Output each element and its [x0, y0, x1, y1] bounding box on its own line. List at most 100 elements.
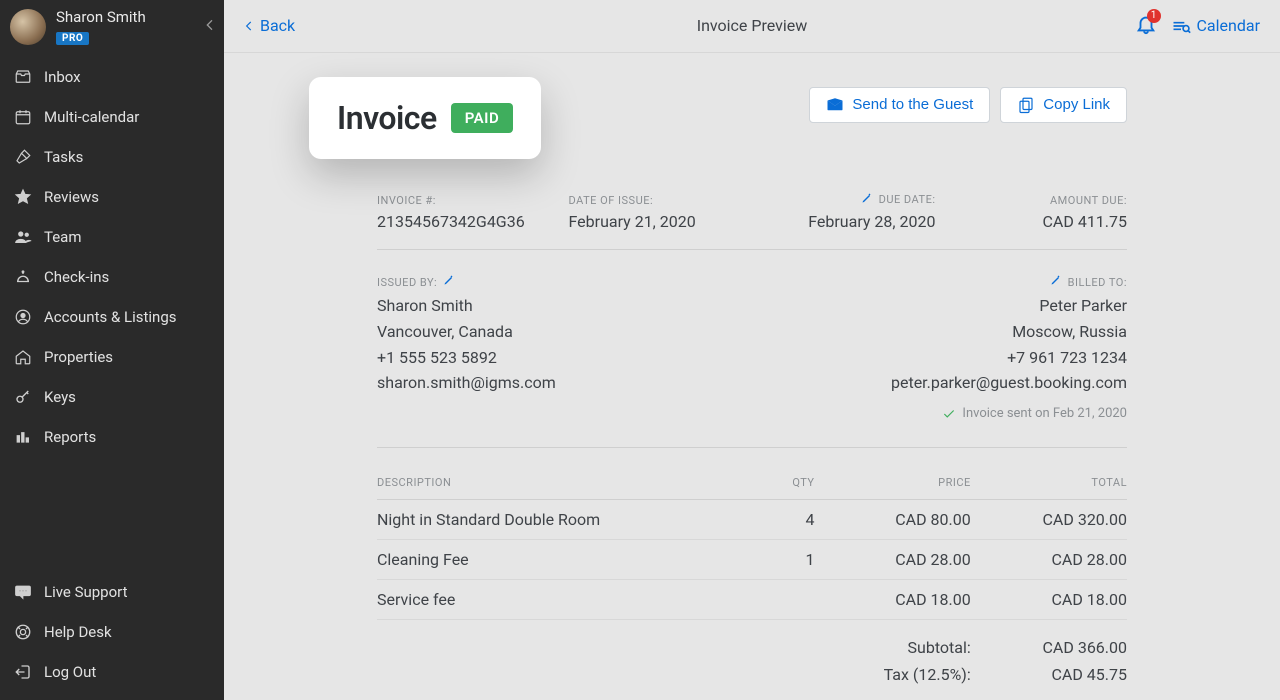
- subtotal-value: CAD 366.00: [971, 638, 1127, 657]
- issuer-phone: +1 555 523 5892: [377, 345, 556, 371]
- issuer-name: Sharon Smith: [377, 293, 556, 319]
- sidebar-item-logout[interactable]: Log Out: [0, 652, 224, 692]
- invoice-title: Invoice: [337, 99, 437, 137]
- billed-email: peter.parker@guest.booking.com: [891, 370, 1127, 396]
- billed-location: Moscow, Russia: [891, 319, 1127, 345]
- line-items-table: DESCRIPTION QTY PRICE TOTAL Night in Sta…: [377, 476, 1127, 620]
- amount-due-value-total: CAD 411.75: [971, 696, 1127, 700]
- issue-date-label: DATE OF ISSUE:: [569, 194, 654, 207]
- table-row: Night in Standard Double Room 4 CAD 80.0…: [377, 500, 1127, 540]
- billed-name: Peter Parker: [891, 293, 1127, 319]
- back-label: Back: [260, 16, 295, 35]
- sent-note: Invoice sent on Feb 21, 2020: [942, 404, 1127, 425]
- due-date-label: DUE DATE:: [861, 192, 936, 207]
- sidebar-item-reports[interactable]: Reports: [0, 417, 224, 457]
- col-description: DESCRIPTION: [377, 476, 710, 489]
- sidebar-item-tasks[interactable]: Tasks: [0, 137, 224, 177]
- calendar-link-label: Calendar: [1197, 16, 1260, 35]
- sidebar-item-keys[interactable]: Keys: [0, 377, 224, 417]
- sidebar-item-inbox[interactable]: Inbox: [0, 57, 224, 97]
- sidebar-item-team[interactable]: Team: [0, 217, 224, 257]
- sidebar-item-label: Live Support: [44, 583, 128, 601]
- sidebar-item-label: Help Desk: [44, 623, 112, 641]
- sidebar-item-label: Inbox: [44, 68, 81, 86]
- calendar-icon: [12, 106, 34, 128]
- user-circle-icon: [12, 306, 34, 328]
- broom-icon: [12, 146, 34, 168]
- calendar-link[interactable]: Calendar: [1171, 16, 1260, 36]
- notifications-button[interactable]: 1: [1135, 13, 1157, 39]
- profile[interactable]: Sharon Smith PRO: [0, 0, 224, 53]
- col-qty: QTY: [710, 476, 814, 489]
- invoice-heading-card: Invoice PAID: [309, 77, 541, 159]
- edit-billed-to-icon[interactable]: [1050, 274, 1062, 292]
- amount-due-label-total: Amount Due:: [815, 696, 971, 700]
- sidebar-item-label: Accounts & Listings: [44, 308, 177, 326]
- issuer-location: Vancouver, Canada: [377, 319, 556, 345]
- totals: Subtotal: CAD 366.00 Tax (12.5%): CAD 45…: [377, 634, 1127, 700]
- sidebar-item-label: Reviews: [44, 188, 99, 206]
- users-icon: [12, 226, 34, 248]
- billed-to-label: BILLED TO:: [1050, 274, 1127, 292]
- key-icon: [12, 386, 34, 408]
- edit-issued-by-icon[interactable]: [443, 274, 455, 292]
- sidebar-item-live-support[interactable]: Live Support: [0, 572, 224, 612]
- invoice-number: 21354567342G4G36: [377, 212, 553, 231]
- page-title: Invoice Preview: [697, 16, 808, 35]
- sidebar-item-properties[interactable]: Properties: [0, 337, 224, 377]
- help-icon: [12, 621, 34, 643]
- logout-icon: [12, 661, 34, 683]
- edit-due-date-icon[interactable]: [861, 192, 873, 207]
- amount-due: CAD 411.75: [952, 212, 1128, 231]
- copy-link-button[interactable]: Copy Link: [1000, 87, 1127, 123]
- back-button[interactable]: Back: [242, 16, 295, 35]
- col-price: PRICE: [815, 476, 971, 489]
- sidebar-item-label: Properties: [44, 348, 113, 366]
- subtotal-label: Subtotal:: [815, 638, 971, 657]
- issue-date: February 21, 2020: [569, 212, 745, 231]
- avatar: [10, 9, 46, 45]
- parties: ISSUED BY: Sharon Smith Vancouver, Canad…: [377, 250, 1127, 448]
- star-icon: [12, 186, 34, 208]
- copy-button-label: Copy Link: [1043, 96, 1110, 113]
- profile-name: Sharon Smith: [56, 8, 146, 26]
- invoice-number-label: INVOICE #:: [377, 194, 436, 207]
- sidebar-item-help-desk[interactable]: Help Desk: [0, 612, 224, 652]
- sidebar-item-label: Log Out: [44, 663, 96, 681]
- topbar: Back Invoice Preview 1 Calendar: [224, 0, 1280, 53]
- status-badge: PAID: [451, 103, 514, 133]
- invoice-meta: INVOICE #: 21354567342G4G36 DATE OF ISSU…: [377, 189, 1127, 250]
- main: Back Invoice Preview 1 Calendar Invoice: [224, 0, 1280, 700]
- billed-phone: +7 961 723 1234: [891, 345, 1127, 371]
- sidebar-item-label: Multi-calendar: [44, 108, 139, 126]
- tax-value: CAD 45.75: [971, 665, 1127, 684]
- sidebar-item-label: Check-ins: [44, 268, 109, 286]
- chart-icon: [12, 426, 34, 448]
- content: Invoice PAID Send to the Guest Copy Link: [224, 53, 1280, 700]
- tax-label: Tax (12.5%):: [815, 665, 971, 684]
- sidebar-item-reviews[interactable]: Reviews: [0, 177, 224, 217]
- issued-by-label: ISSUED BY:: [377, 274, 455, 292]
- sidebar-item-accounts[interactable]: Accounts & Listings: [0, 297, 224, 337]
- table-row: Cleaning Fee 1 CAD 28.00 CAD 28.00: [377, 540, 1127, 580]
- sidebar-item-label: Keys: [44, 388, 76, 406]
- pro-badge: PRO: [56, 32, 89, 45]
- notifications-badge: 1: [1147, 9, 1161, 23]
- footer-nav: Live Support Help Desk Log Out: [0, 568, 224, 700]
- sidebar: Sharon Smith PRO Inbox Multi-calendar Ta…: [0, 0, 224, 700]
- send-button-label: Send to the Guest: [852, 96, 973, 113]
- sidebar-item-label: Team: [44, 228, 82, 246]
- inbox-icon: [12, 66, 34, 88]
- collapse-sidebar-icon[interactable]: [202, 17, 218, 37]
- amount-due-label: AMOUNT DUE:: [1050, 194, 1127, 207]
- sidebar-item-checkins[interactable]: Check-ins: [0, 257, 224, 297]
- sidebar-item-multi-calendar[interactable]: Multi-calendar: [0, 97, 224, 137]
- issuer-email: sharon.smith@igms.com: [377, 370, 556, 396]
- bell-service-icon: [12, 266, 34, 288]
- send-to-guest-button[interactable]: Send to the Guest: [809, 87, 990, 123]
- table-row: Service fee CAD 18.00 CAD 18.00: [377, 580, 1127, 620]
- chat-icon: [12, 581, 34, 603]
- due-date: February 28, 2020: [760, 212, 936, 231]
- main-nav: Inbox Multi-calendar Tasks Reviews Team …: [0, 53, 224, 568]
- home-icon: [12, 346, 34, 368]
